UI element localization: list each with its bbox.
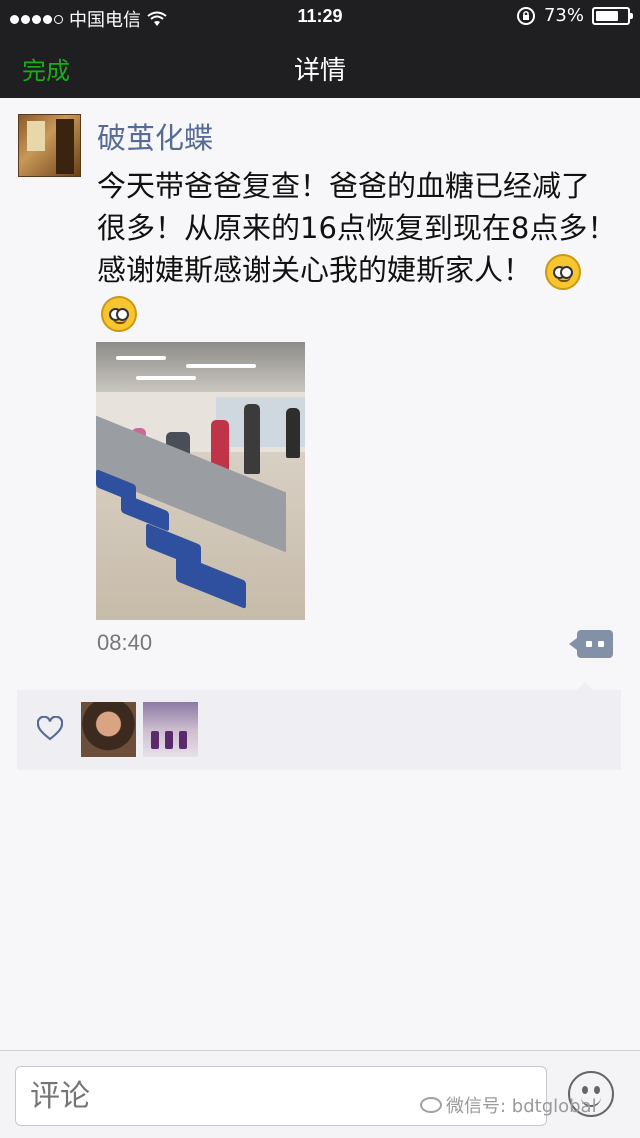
watermark-text: 微信号: bdtglobal bbox=[446, 1096, 597, 1117]
liker-avatar[interactable] bbox=[81, 702, 136, 757]
status-bar: 中国电信 11:29 73% bbox=[0, 0, 640, 34]
smile-emoji-icon bbox=[101, 296, 137, 332]
nav-bar: 完成 详情 bbox=[0, 34, 640, 98]
wechat-icon bbox=[420, 1097, 442, 1113]
post-username[interactable]: 破茧化蝶 bbox=[97, 115, 213, 157]
post-text: 今天带爸爸复查！爸爸的血糖已经减了很多！从原来的16点恢复到现在8点多！感谢婕斯… bbox=[97, 165, 617, 333]
smile-emoji-icon bbox=[545, 254, 582, 290]
watermark: 微信号: bdtglobal bbox=[420, 1092, 597, 1118]
likes-panel bbox=[17, 682, 621, 770]
status-right: 73% bbox=[516, 5, 633, 26]
liker-avatar[interactable] bbox=[143, 702, 198, 757]
avatar[interactable] bbox=[18, 114, 81, 177]
page-title: 详情 bbox=[293, 56, 346, 86]
battery-percent: 73% bbox=[543, 5, 584, 26]
comment-more-button[interactable] bbox=[569, 630, 613, 658]
post-photo[interactable] bbox=[96, 342, 305, 620]
orientation-lock-icon bbox=[516, 6, 535, 25]
heart-outline-icon bbox=[37, 716, 63, 741]
post-time: 08:40 bbox=[97, 630, 153, 655]
post-body: 今天带爸爸复查！爸爸的血糖已经减了很多！从原来的16点恢复到现在8点多！感谢婕斯… bbox=[97, 169, 617, 287]
battery-icon bbox=[592, 6, 633, 25]
